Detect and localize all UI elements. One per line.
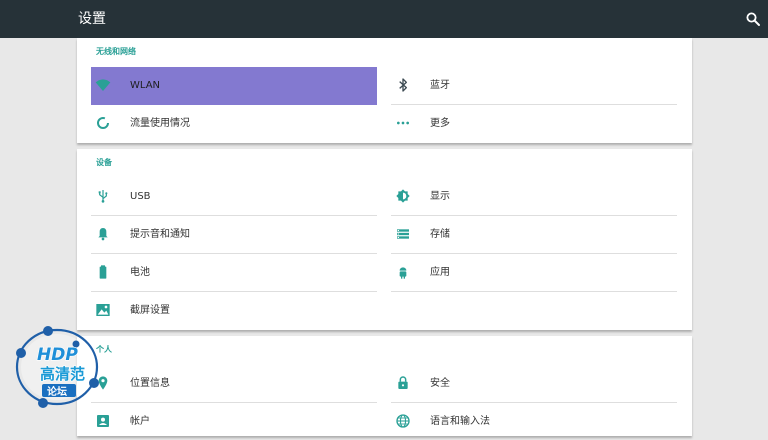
screenshot-icon (95, 302, 111, 318)
setting-bluetooth[interactable]: 蓝牙 (391, 67, 677, 105)
setting-language-input[interactable]: 语言和输入法 (391, 403, 677, 440)
watermark-text-bottom: 论坛 (47, 385, 67, 398)
section-personal: 个人 位置信息 安全 帐户 语言和输入法 (77, 336, 692, 436)
setting-label: 截屏设置 (130, 305, 170, 316)
data-usage-icon (95, 115, 111, 131)
page-title: 设置 (78, 11, 106, 27)
usb-icon (95, 188, 111, 204)
app-bar: 设置 (0, 0, 768, 38)
section-header-wireless: 无线和网络 (96, 47, 136, 56)
watermark-text-top: HDP (37, 345, 78, 365)
android-icon (395, 264, 411, 280)
setting-wlan[interactable]: WLAN (91, 67, 377, 105)
lock-icon (395, 375, 411, 391)
bluetooth-icon (395, 77, 411, 93)
bell-icon (95, 226, 111, 242)
settings-list: 无线和网络 WLAN 蓝牙 流量使用情况 更多 设备 USB 显示 提示音和通知… (77, 38, 692, 436)
section-wireless: 无线和网络 WLAN 蓝牙 流量使用情况 更多 (77, 38, 692, 143)
setting-security[interactable]: 安全 (391, 365, 677, 403)
setting-label: 流量使用情况 (130, 118, 190, 129)
setting-data-usage[interactable]: 流量使用情况 (91, 105, 377, 142)
setting-storage[interactable]: 存储 (391, 216, 677, 254)
setting-label: 帐户 (130, 416, 150, 427)
setting-label: USB (130, 191, 151, 202)
watermark-text-mid: 高清范 (40, 365, 85, 383)
section-device: 设备 USB 显示 提示音和通知 存储 电池 应用 截屏设置 (77, 149, 692, 330)
setting-label: 存储 (430, 229, 450, 240)
setting-label: 位置信息 (130, 378, 170, 389)
setting-label: 安全 (430, 378, 450, 389)
watermark-logo: HDP 高清范 论坛 (10, 324, 104, 410)
setting-label: 提示音和通知 (130, 229, 190, 240)
setting-sound-notification[interactable]: 提示音和通知 (91, 216, 377, 254)
setting-accounts[interactable]: 帐户 (91, 403, 377, 440)
more-icon (395, 115, 411, 131)
setting-location[interactable]: 位置信息 (91, 365, 377, 403)
setting-label: 应用 (430, 267, 450, 278)
setting-display[interactable]: 显示 (391, 178, 677, 216)
setting-more[interactable]: 更多 (391, 105, 677, 142)
search-icon[interactable] (744, 10, 762, 28)
setting-label: 显示 (430, 191, 450, 202)
account-icon (95, 413, 111, 429)
setting-battery[interactable]: 电池 (91, 254, 377, 292)
setting-usb[interactable]: USB (91, 178, 377, 216)
setting-label: 电池 (130, 267, 150, 278)
wifi-icon (95, 77, 111, 93)
setting-label: WLAN (130, 80, 161, 91)
setting-label: 蓝牙 (430, 80, 450, 91)
brightness-icon (395, 188, 411, 204)
section-header-device: 设备 (96, 158, 112, 167)
setting-label: 更多 (430, 118, 450, 129)
setting-label: 语言和输入法 (430, 416, 490, 427)
setting-screenshot[interactable]: 截屏设置 (91, 292, 377, 329)
storage-icon (395, 226, 411, 242)
globe-icon (395, 413, 411, 429)
battery-icon (95, 264, 111, 280)
setting-apps[interactable]: 应用 (391, 254, 677, 292)
